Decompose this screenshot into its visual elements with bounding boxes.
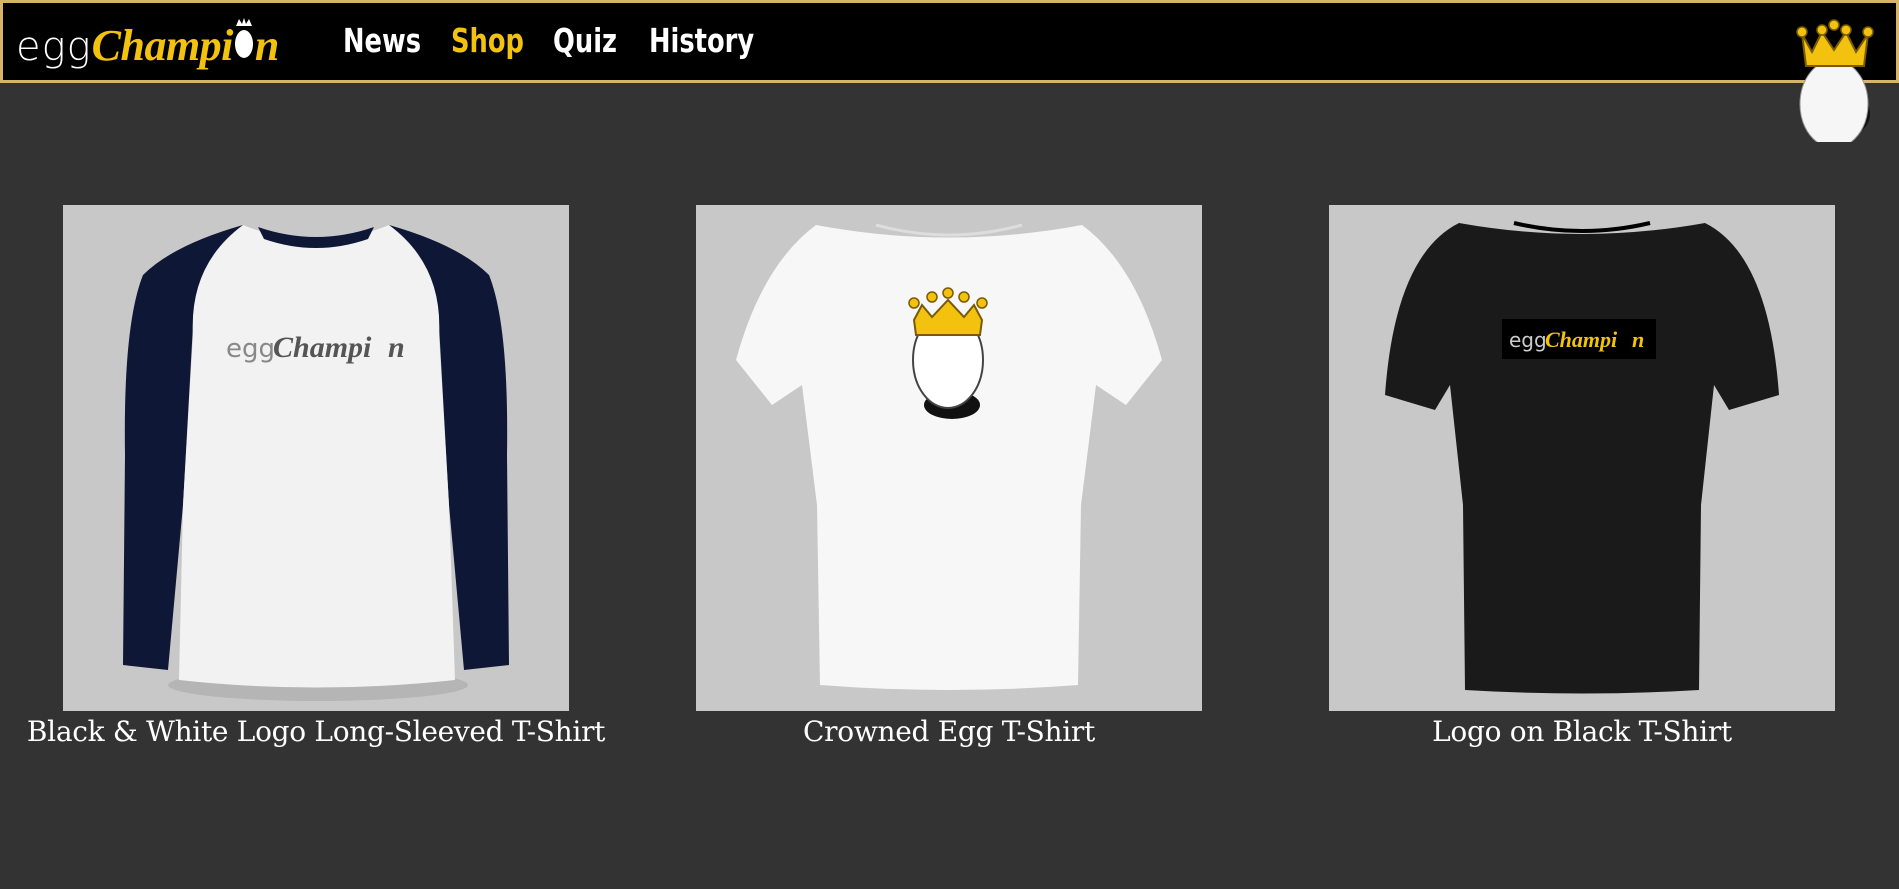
nav-quiz[interactable]: Quiz: [553, 21, 617, 60]
logo-egg-text: egg: [16, 24, 92, 70]
print-champion-text: Champi: [273, 331, 372, 364]
crowned-egg-icon[interactable]: [1796, 18, 1874, 142]
main-nav: News Shop Quiz History: [343, 21, 754, 60]
long-sleeve-shirt-illustration: egg Champi n: [123, 225, 509, 701]
black-tshirt-illustration: egg Champi n: [1385, 221, 1779, 694]
print-champion-suffix: n: [1632, 327, 1644, 352]
print-champion-text: Champi: [1545, 327, 1618, 352]
white-tshirt-illustration: [736, 223, 1162, 690]
product-title[interactable]: Black & White Logo Long-Sleeved T-Shirt: [0, 715, 669, 748]
logo-crown-egg-icon: [234, 18, 253, 58]
product-card[interactable]: egg Champi n Logo on Black T-Shirt: [1329, 205, 1835, 748]
nav-news[interactable]: News: [343, 21, 421, 60]
print-egg-text: egg: [226, 334, 275, 364]
top-navigation-bar: egg Champi n News Shop Quiz History: [0, 0, 1899, 83]
product-card[interactable]: egg Champi n Black & White Logo Long-Sle…: [27, 205, 605, 748]
print-egg-text: egg: [1509, 328, 1547, 352]
product-title[interactable]: Crowned Egg T-Shirt: [596, 715, 1302, 748]
product-card[interactable]: Crowned Egg T-Shirt: [696, 205, 1202, 748]
site-logo[interactable]: egg Champi n: [16, 16, 279, 70]
nav-history[interactable]: History: [649, 21, 754, 60]
product-image-crowned-egg-shirt[interactable]: [696, 205, 1202, 711]
print-champion-suffix: n: [388, 331, 405, 364]
nav-shop[interactable]: Shop: [451, 21, 524, 60]
product-title[interactable]: Logo on Black T-Shirt: [1229, 715, 1899, 748]
logo-champion-suffix: n: [254, 21, 279, 70]
product-image-black-logo-shirt[interactable]: egg Champi n: [1329, 205, 1835, 711]
logo-champion-text: Champi: [91, 21, 234, 70]
product-image-long-sleeve[interactable]: egg Champi n: [63, 205, 569, 711]
